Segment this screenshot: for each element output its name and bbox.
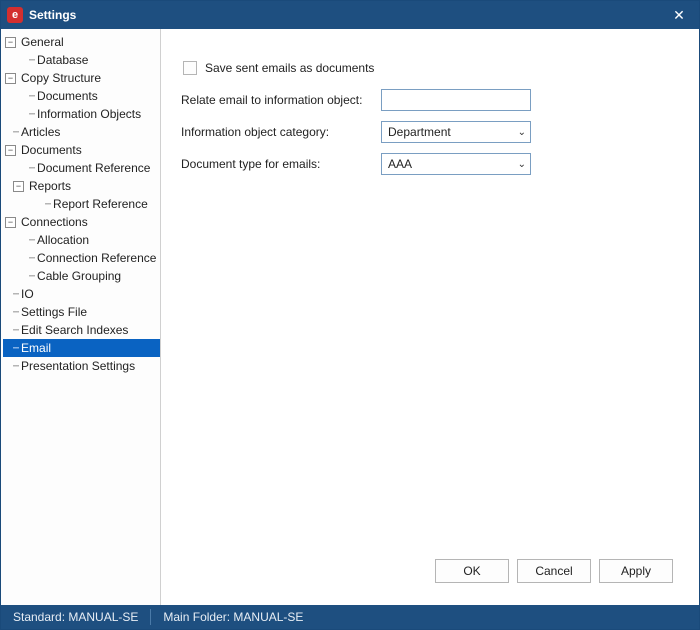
ok-button[interactable]: OK [435,559,509,583]
tree-item-connections[interactable]: −Connections [3,213,160,231]
cancel-button[interactable]: Cancel [517,559,591,583]
tree-item-doc-reference[interactable]: ⋯Document Reference [3,159,160,177]
apply-button[interactable]: Apply [599,559,673,583]
tree-item-copy-structure[interactable]: −Copy Structure [3,69,160,87]
close-icon[interactable]: ✕ [665,5,693,25]
tree-item-allocation[interactable]: ⋯Allocation [3,231,160,249]
collapse-icon[interactable]: − [13,181,24,192]
document-type-select[interactable]: AAA ⌄ [381,153,531,175]
relate-email-input[interactable] [381,89,531,111]
nav-tree: −General ⋯Database −Copy Structure ⋯Docu… [1,29,161,605]
info-object-category-value: Department [388,125,451,139]
tree-item-settings-file[interactable]: ⋯Settings File [3,303,160,321]
tree-item-database[interactable]: ⋯Database [3,51,160,69]
status-main-folder: Main Folder: MANUAL-SE [151,605,315,629]
tree-item-presentation-settings[interactable]: ⋯Presentation Settings [3,357,160,375]
window-title: Settings [29,8,76,22]
title-bar: e Settings ✕ [1,1,699,29]
settings-content: Save sent emails as documents Relate ema… [161,29,699,605]
save-sent-emails-label: Save sent emails as documents [205,61,374,75]
document-type-value: AAA [388,157,412,171]
tree-item-cable-grouping[interactable]: ⋯Cable Grouping [3,267,160,285]
tree-item-cs-documents[interactable]: ⋯Documents [3,87,160,105]
tree-item-articles[interactable]: ⋯Articles [3,123,160,141]
tree-item-documents[interactable]: −Documents [3,141,160,159]
app-icon: e [7,7,23,23]
tree-item-edit-search-indexes[interactable]: ⋯Edit Search Indexes [3,321,160,339]
collapse-icon[interactable]: − [5,37,16,48]
tree-item-email[interactable]: ⋯Email [3,339,160,357]
chevron-down-icon: ⌄ [518,127,526,138]
status-standard: Standard: MANUAL-SE [1,605,150,629]
tree-item-io[interactable]: ⋯IO [3,285,160,303]
chevron-down-icon: ⌄ [518,159,526,170]
collapse-icon[interactable]: − [5,217,16,228]
tree-item-general[interactable]: −General [3,33,160,51]
save-sent-emails-checkbox[interactable] [183,61,197,75]
settings-dialog: e Settings ✕ −General ⋯Database −Copy St… [0,0,700,630]
info-object-category-select[interactable]: Department ⌄ [381,121,531,143]
relate-email-label: Relate email to information object: [181,93,381,107]
info-object-category-label: Information object category: [181,125,381,139]
tree-item-reports[interactable]: −Reports [3,177,160,195]
tree-item-cs-info-objects[interactable]: ⋯Information Objects [3,105,160,123]
tree-item-report-reference[interactable]: ⋯Report Reference [3,195,160,213]
status-bar: Standard: MANUAL-SE Main Folder: MANUAL-… [1,605,699,629]
dialog-buttons: OK Cancel Apply [181,549,679,595]
document-type-label: Document type for emails: [181,157,381,171]
collapse-icon[interactable]: − [5,73,16,84]
collapse-icon[interactable]: − [5,145,16,156]
tree-item-connection-reference[interactable]: ⋯Connection Reference [3,249,160,267]
